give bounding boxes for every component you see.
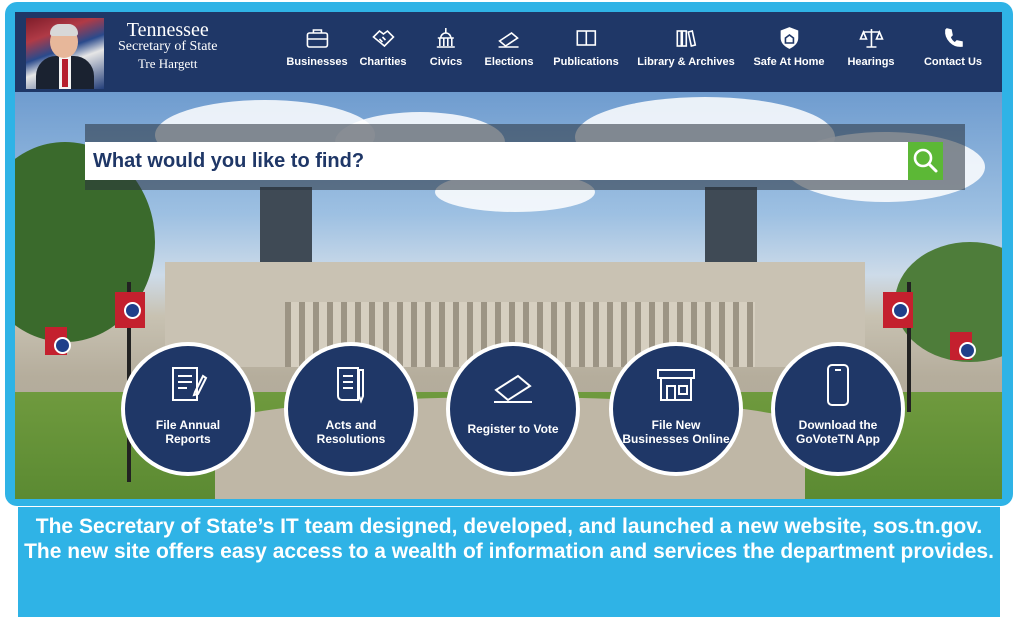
- search-button[interactable]: [908, 142, 943, 180]
- tennessee-flag: [115, 292, 145, 328]
- scroll-pen-icon: [328, 362, 374, 408]
- building-tower: [705, 187, 757, 262]
- nav-item-safe-at-home[interactable]: Safe At Home: [753, 26, 825, 68]
- tile-label: Acts and Resolutions: [316, 418, 386, 447]
- briefcase-icon: [304, 26, 330, 50]
- tennessee-flag: [45, 327, 71, 355]
- website-screenshot: Tennessee Secretary of State Tre Hargett…: [15, 12, 1002, 499]
- phone-icon: [940, 26, 966, 50]
- tile-label: File Annual Reports: [155, 418, 221, 447]
- smartphone-icon: [815, 362, 861, 408]
- vote-ballot-icon: [490, 362, 536, 408]
- portrait-hair: [50, 24, 78, 36]
- logo-subtitle: Secretary of State: [118, 39, 218, 55]
- storefront-icon: [653, 362, 699, 408]
- site-logo[interactable]: Tennessee Secretary of State Tre Hargett: [118, 20, 218, 70]
- nav-item-elections[interactable]: Elections: [484, 26, 534, 68]
- nav-label: Hearings: [847, 56, 895, 68]
- shield-icon: [776, 26, 802, 50]
- site-header: Tennessee Secretary of State Tre Hargett…: [15, 12, 1002, 92]
- quick-link-download-govotetn-app[interactable]: Download the GoVoteTN App: [771, 342, 905, 476]
- quick-link-file-new-businesses[interactable]: File New Businesses Online: [609, 342, 743, 476]
- nav-label: Publications: [553, 56, 619, 68]
- vote-ballot-icon: [496, 26, 522, 50]
- nav-label: Businesses: [286, 56, 348, 68]
- official-portrait: [26, 18, 104, 89]
- nav-item-contact-us[interactable]: Contact Us: [924, 26, 982, 68]
- tennessee-flag: [883, 292, 913, 328]
- nav-label: Charities: [359, 56, 407, 68]
- book-icon: [573, 26, 599, 50]
- caption-text: The Secretary of State’s IT team designe…: [24, 515, 994, 564]
- logo-name: Tre Hargett: [137, 55, 198, 71]
- books-icon: [673, 26, 699, 50]
- quick-link-register-to-vote[interactable]: Register to Vote: [446, 342, 580, 476]
- handshake-icon: [370, 26, 396, 50]
- tennessee-flag: [950, 332, 976, 360]
- search-input[interactable]: [85, 142, 908, 180]
- scales-icon: [858, 26, 884, 50]
- tile-label: File New Businesses Online: [622, 418, 730, 447]
- logo-title: Tennessee: [126, 19, 209, 41]
- nav-item-businesses[interactable]: Businesses: [286, 26, 348, 68]
- nav-label: Contact Us: [923, 56, 983, 68]
- document-pen-icon: [165, 362, 211, 408]
- caption-box: The Secretary of State’s IT team designe…: [18, 507, 1000, 617]
- nav-label: Safe At Home: [753, 56, 825, 68]
- portrait-tie: [62, 59, 68, 87]
- tile-label: Register to Vote: [467, 422, 559, 436]
- nav-label: Elections: [484, 56, 534, 68]
- nav-item-civics[interactable]: Civics: [430, 26, 462, 68]
- nav-item-charities[interactable]: Charities: [359, 26, 407, 68]
- quick-link-file-annual-reports[interactable]: File Annual Reports: [121, 342, 255, 476]
- building-tower: [260, 187, 312, 262]
- tile-label: Download the GoVoteTN App: [796, 418, 880, 447]
- nav-item-publications[interactable]: Publications: [553, 26, 619, 68]
- nav-item-library-archives[interactable]: Library & Archives: [637, 26, 735, 68]
- nav-item-hearings[interactable]: Hearings: [847, 26, 895, 68]
- nav-label: Civics: [429, 56, 463, 68]
- capitol-icon: [433, 26, 459, 50]
- nav-label: Library & Archives: [637, 56, 735, 68]
- quick-link-acts-resolutions[interactable]: Acts and Resolutions: [284, 342, 418, 476]
